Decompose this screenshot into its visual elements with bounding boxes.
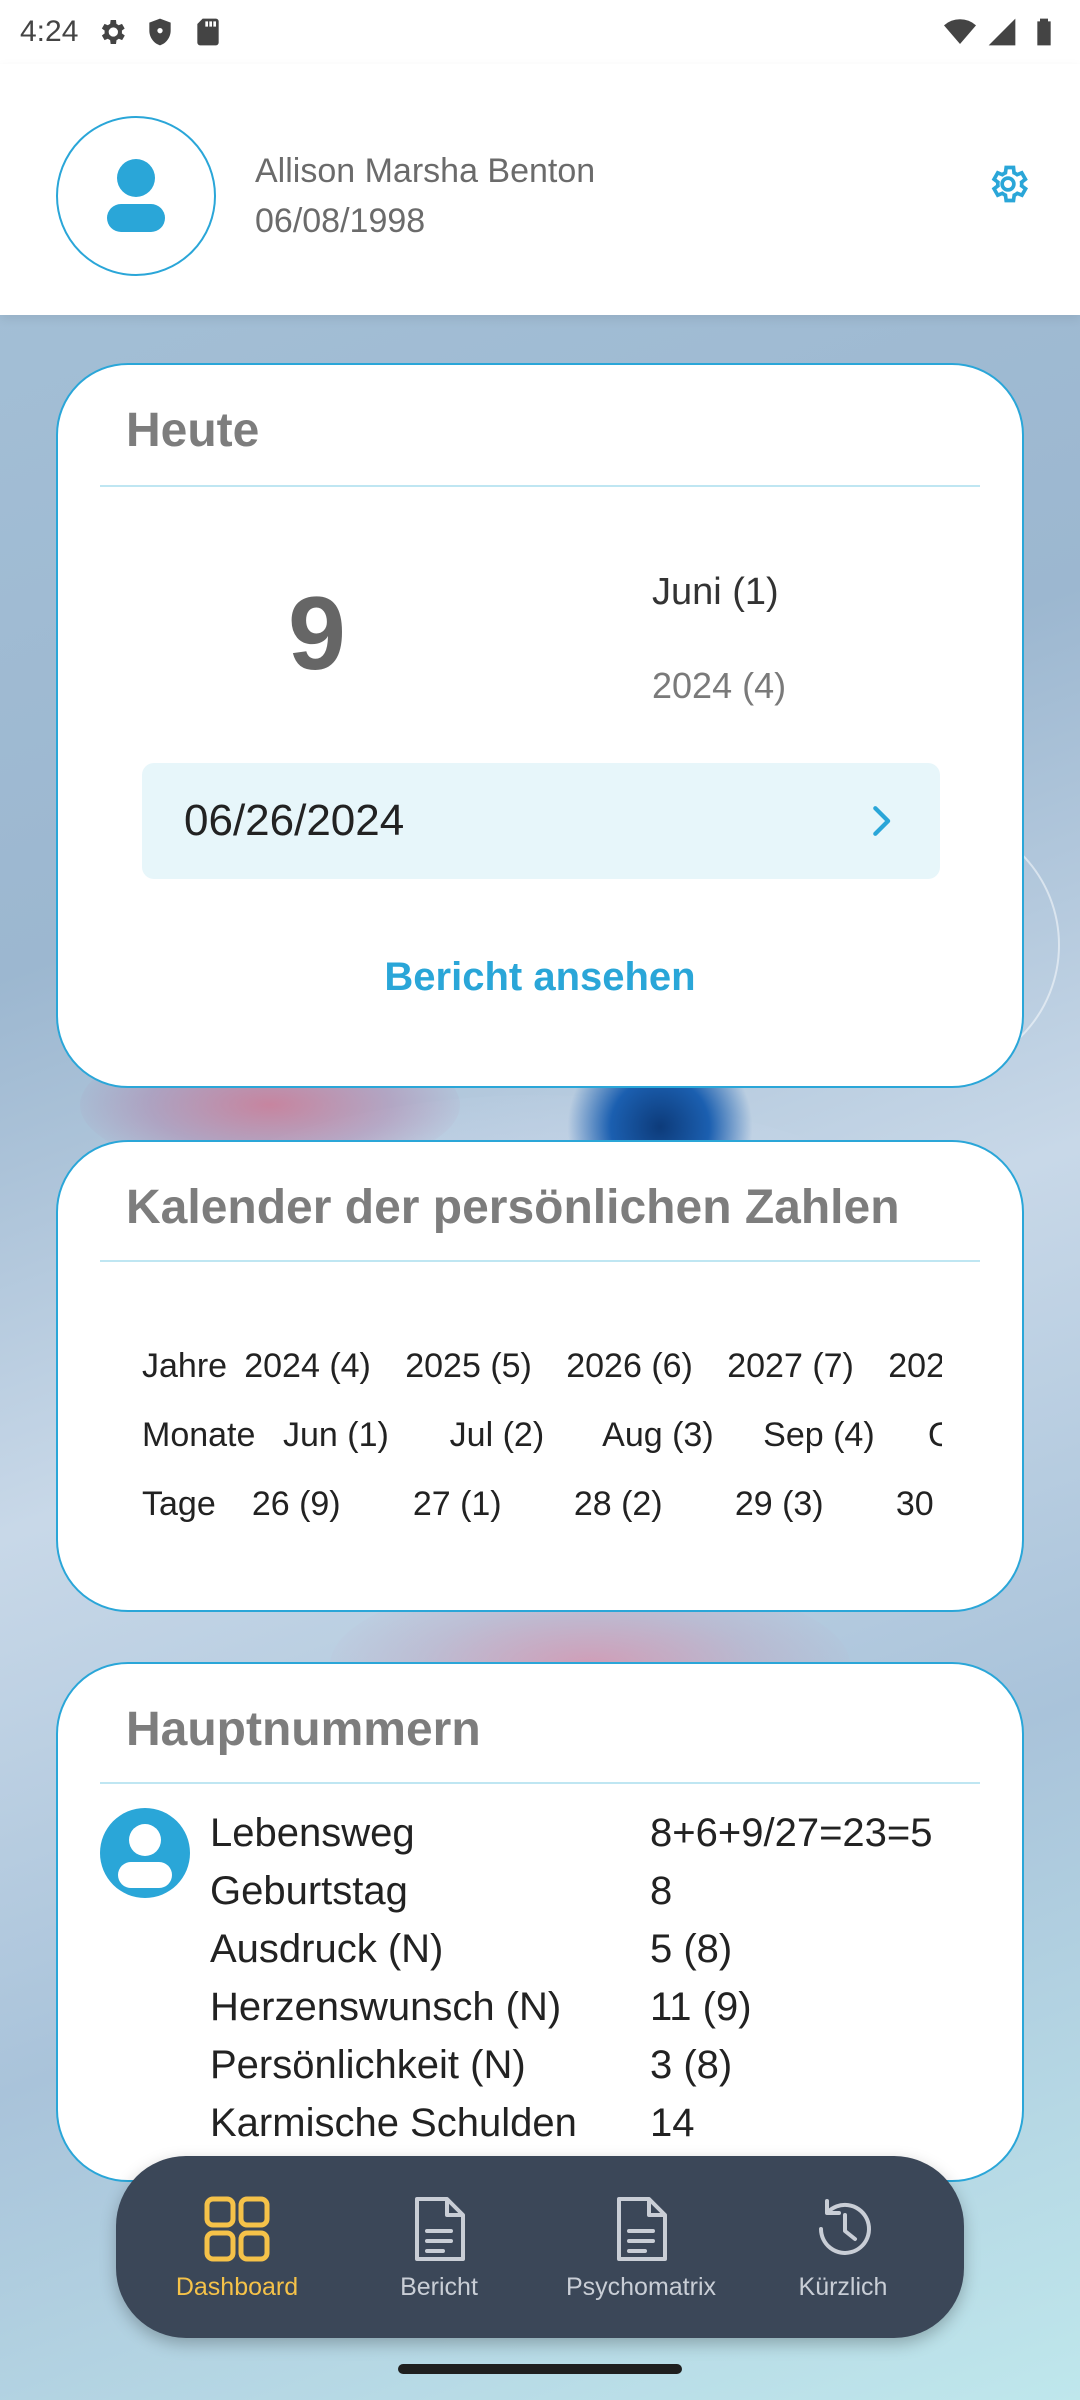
gear-icon xyxy=(102,20,126,44)
document-icon xyxy=(617,2196,667,2261)
bottom-navigation: Dashboard Bericht Psychomatrix Kürzlich xyxy=(116,2156,964,2338)
profile-header: Allison Marsha Benton 06/08/1998 xyxy=(0,64,1080,315)
calendar-cell: 2027 (7) xyxy=(727,1347,854,1385)
row-label: Monate xyxy=(142,1416,256,1454)
number-value: 11 (9) xyxy=(650,1984,752,2029)
calendar-row-months: Monate Jun (1) Jul (2) Aug (3) Sep (4) O… xyxy=(142,1401,942,1470)
home-indicator[interactable] xyxy=(398,2364,682,2374)
calendar-cell: Oct (5) xyxy=(927,1416,942,1454)
nav-item-bericht[interactable]: Bericht xyxy=(339,2193,539,2302)
nav-label: Dashboard xyxy=(175,2272,299,2301)
list-item: Herzenswunsch (N) 11 (9) xyxy=(210,1978,982,2036)
row-label: Tage xyxy=(142,1485,216,1523)
list-item: Persönlichkeit (N) 3 (8) xyxy=(210,2036,982,2094)
calendar-cell: 30 (4) xyxy=(895,1485,942,1523)
calendar-cell: Sep (4) xyxy=(763,1416,875,1454)
number-value: 8+6+9/27=23=5 xyxy=(650,1810,933,1855)
row-label: Jahre xyxy=(142,1347,228,1385)
today-card: Heute 9 Juni (1) 2024 (4) 06/26/2024 Ber… xyxy=(56,363,1024,1088)
number-label: Karmische Schulden xyxy=(210,2100,577,2145)
calendar-row-days: Tage 26 (9) 27 (1) 28 (2) 29 (3) 30 (4) xyxy=(142,1470,942,1539)
calendar-cell: 2025 (5) xyxy=(405,1347,532,1385)
avatar[interactable] xyxy=(56,116,216,276)
chevron-right-icon xyxy=(873,806,891,836)
gear-icon[interactable] xyxy=(986,162,1030,206)
number-label: Ausdruck (N) xyxy=(210,1926,444,1971)
today-title: Heute xyxy=(126,404,260,457)
calendar-cell: Jul (2) xyxy=(449,1416,545,1454)
nav-label: Kürzlich xyxy=(798,2272,888,2301)
main-numbers-card: Hauptnummern Lebensweg 8+6+9/27=23=5 Geb… xyxy=(56,1662,1024,2182)
list-item: Ausdruck (N) 5 (8) xyxy=(210,1920,982,1978)
date-value: 06/26/2024 xyxy=(184,796,405,845)
shield-icon xyxy=(149,18,172,46)
person-icon xyxy=(100,1808,190,1898)
divider xyxy=(100,1782,980,1784)
calendar-title: Kalender der persönlichen Zahlen xyxy=(126,1181,900,1234)
nav-item-dashboard[interactable]: Dashboard xyxy=(137,2193,337,2302)
calendar-table[interactable]: Jahre 2024 (4) 2025 (5) 2026 (6) 2027 (7… xyxy=(142,1332,942,1539)
number-label: Persönlichkeit (N) xyxy=(210,2042,526,2087)
status-time: 4:24 xyxy=(20,15,79,48)
nav-label: Psychomatrix xyxy=(565,2272,717,2301)
wifi-icon xyxy=(944,19,976,44)
signal-icon xyxy=(988,18,1016,46)
divider xyxy=(100,485,980,487)
list-item: Lebensweg 8+6+9/27=23=5 xyxy=(210,1804,982,1862)
profile-dob: 06/08/1998 xyxy=(255,202,426,240)
calendar-cell: 2026 (6) xyxy=(566,1347,693,1385)
number-value: 5 (8) xyxy=(650,1926,733,1971)
today-year: 2024 (4) xyxy=(652,665,787,706)
document-icon xyxy=(415,2196,465,2261)
list-item: Geburtstag 8 xyxy=(210,1862,982,1920)
main-numbers-list: Lebensweg 8+6+9/27=23=5 Geburtstag 8 Aus… xyxy=(210,1804,982,2152)
date-picker[interactable]: 06/26/2024 xyxy=(142,763,940,879)
nav-item-psychomatrix[interactable]: Psychomatrix xyxy=(541,2193,741,2302)
calendar-cell: 28 (2) xyxy=(573,1485,663,1523)
number-value: 3 (8) xyxy=(650,2042,733,2087)
number-value: 14 xyxy=(650,2100,695,2145)
grid-icon xyxy=(204,2196,270,2261)
sd-card-icon xyxy=(197,18,220,46)
profile-name: Allison Marsha Benton xyxy=(255,152,596,190)
nav-label: Bericht xyxy=(400,2272,478,2301)
personal-calendar-card: Kalender der persönlichen Zahlen Jahre 2… xyxy=(56,1140,1024,1612)
today-month: Juni (1) xyxy=(652,571,779,613)
calendar-cell: Jun (1) xyxy=(282,1416,389,1454)
divider xyxy=(100,1260,980,1262)
person-icon xyxy=(107,159,165,232)
calendar-cell: Aug (3) xyxy=(602,1416,714,1454)
history-icon xyxy=(819,2198,871,2255)
number-label: Geburtstag xyxy=(210,1868,408,1913)
number-value: 8 xyxy=(650,1868,673,1913)
status-bar: 4:24 xyxy=(0,0,1080,64)
today-day-number: 9 xyxy=(288,576,346,692)
calendar-row-years: Jahre 2024 (4) 2025 (5) 2026 (6) 2027 (7… xyxy=(142,1332,942,1401)
calendar-cell: 27 (1) xyxy=(412,1485,502,1523)
nav-item-kuerzlich[interactable]: Kürzlich xyxy=(743,2193,943,2302)
number-label: Lebensweg xyxy=(210,1810,415,1855)
main-numbers-title: Hauptnummern xyxy=(126,1703,481,1756)
battery-icon xyxy=(1037,18,1051,46)
calendar-cell: 26 (9) xyxy=(251,1485,341,1523)
calendar-cell: 2028 (8) xyxy=(888,1347,942,1385)
calendar-cell: 29 (3) xyxy=(734,1485,824,1523)
view-report-link[interactable]: Bericht ansehen xyxy=(58,955,1022,1000)
number-label: Herzenswunsch (N) xyxy=(210,1984,562,2029)
list-item: Karmische Schulden 14 xyxy=(210,2094,982,2152)
calendar-cell: 2024 (4) xyxy=(244,1347,371,1385)
